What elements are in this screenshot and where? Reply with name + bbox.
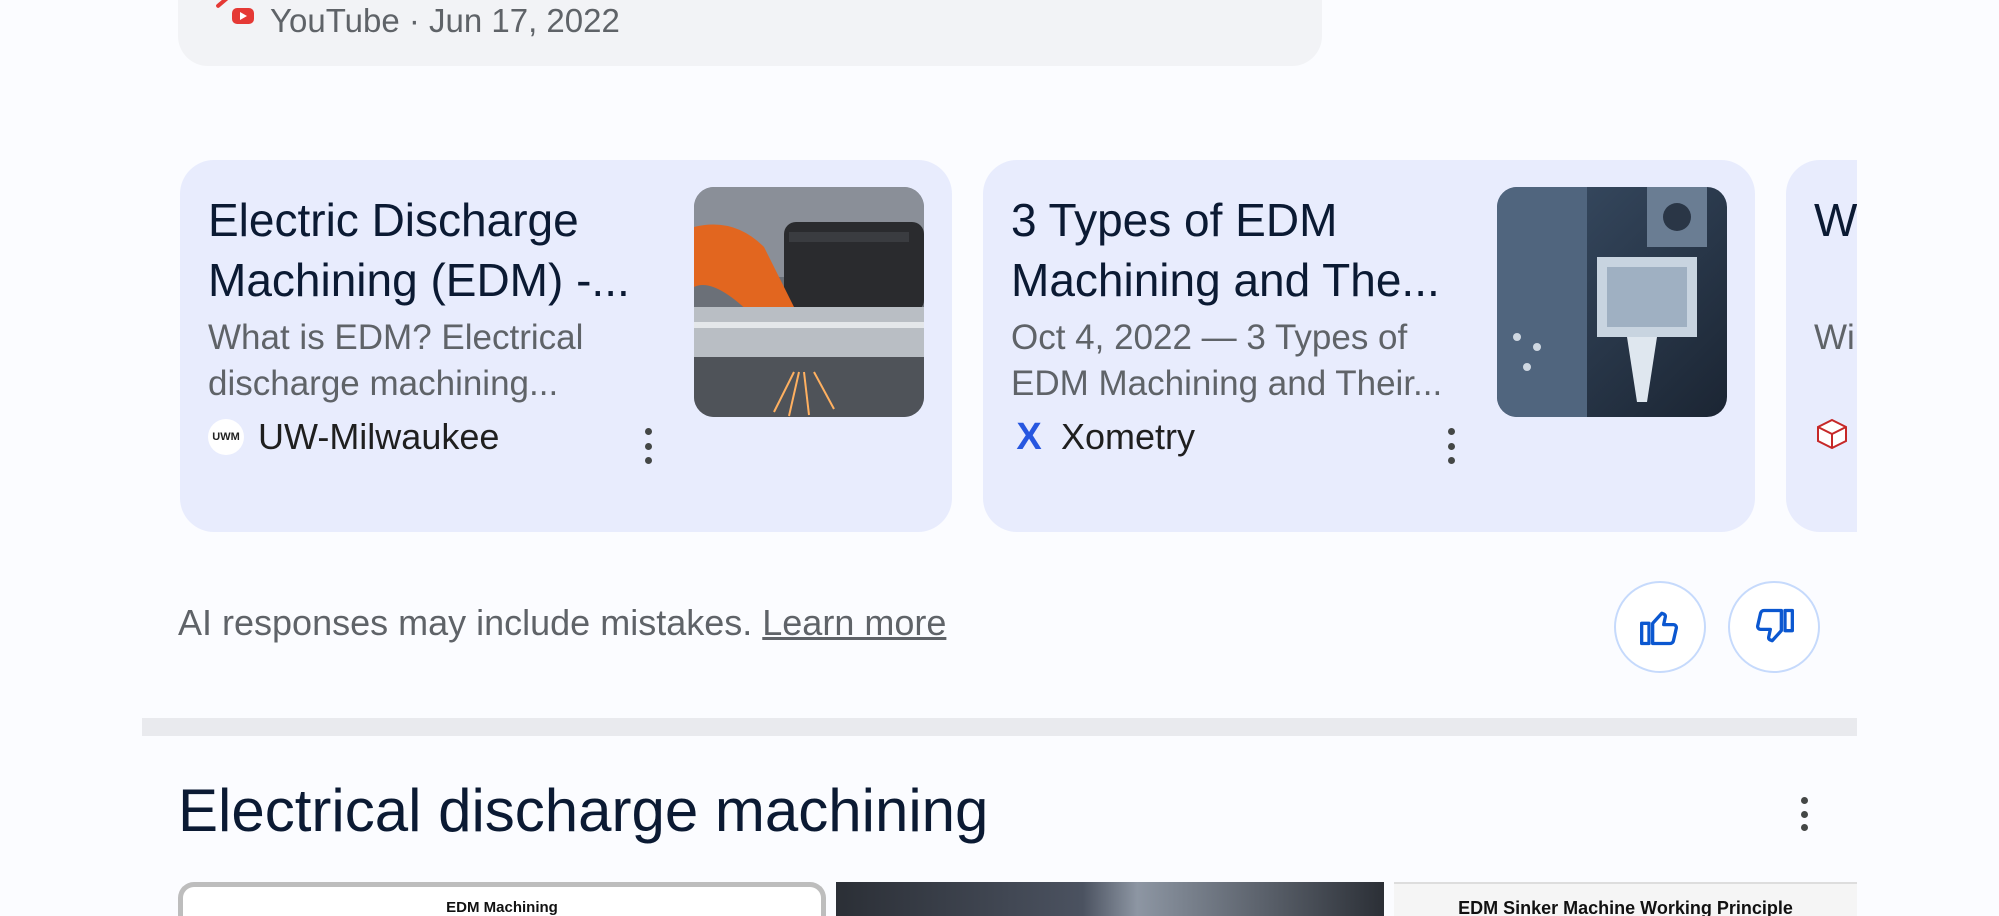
image-caption: EDM Sinker Machine Working Principle [1458,898,1793,916]
thumbs-down-button[interactable] [1728,581,1820,673]
image-result[interactable]: EDM Machining [178,882,826,916]
source-card-site: UWM UW-Milwaukee [208,416,499,458]
thumbs-up-icon [1640,611,1679,646]
thumbs-up-button[interactable] [1614,581,1706,673]
learn-more-link[interactable]: Learn more [762,602,946,643]
image-result[interactable] [836,882,1384,916]
thumbs-down-icon [1755,608,1794,643]
source-card-site-name: UW-Milwaukee [258,416,500,457]
more-options-icon[interactable] [1798,797,1810,831]
source-card-title: 3 Types of EDM Machining and The... [1011,194,1440,306]
source-card-site [1814,416,1850,452]
xometry-logo-icon: X [1016,415,1042,458]
source-card-uw-milwaukee[interactable]: Electric Discharge Machining (EDM) -... … [180,160,952,532]
source-card-snippet: Oct 4, 2022 — 3 Types of EDM Machining a… [1011,318,1443,403]
source-card-site-name: Xometry [1061,416,1196,457]
uwm-logo-icon: UWM [208,419,244,455]
ai-disclaimer: AI responses may include mistakes. Learn… [178,602,946,644]
source-card-xometry[interactable]: 3 Types of EDM Machining and The... Oct … [983,160,1755,532]
source-card-snippet: What is EDM? Electrical discharge machin… [208,318,584,403]
source-card-thumbnail [694,187,924,417]
viewport-edge [1857,0,1999,916]
video-meta-text: YouTube · Jun 17, 2022 [270,2,620,39]
section-divider [142,718,1857,736]
more-options-icon[interactable] [1443,428,1459,464]
source-card-title: Electric Discharge Machining (EDM) -... [208,194,630,306]
youtube-icon [208,0,256,40]
more-options-icon[interactable] [640,428,656,464]
ai-disclaimer-text: AI responses may include mistakes. [178,602,753,643]
cube-icon [1814,416,1850,452]
image-result[interactable]: EDM Sinker Machine Working Principle [1394,882,1857,916]
source-card-thumbnail [1497,187,1727,417]
video-meta: YouTube · Jun 17, 2022 [208,0,620,40]
source-card-site: X Xometry [1011,416,1195,458]
section-title: Electrical discharge machining [178,777,989,844]
image-caption: EDM Machining [446,899,558,916]
